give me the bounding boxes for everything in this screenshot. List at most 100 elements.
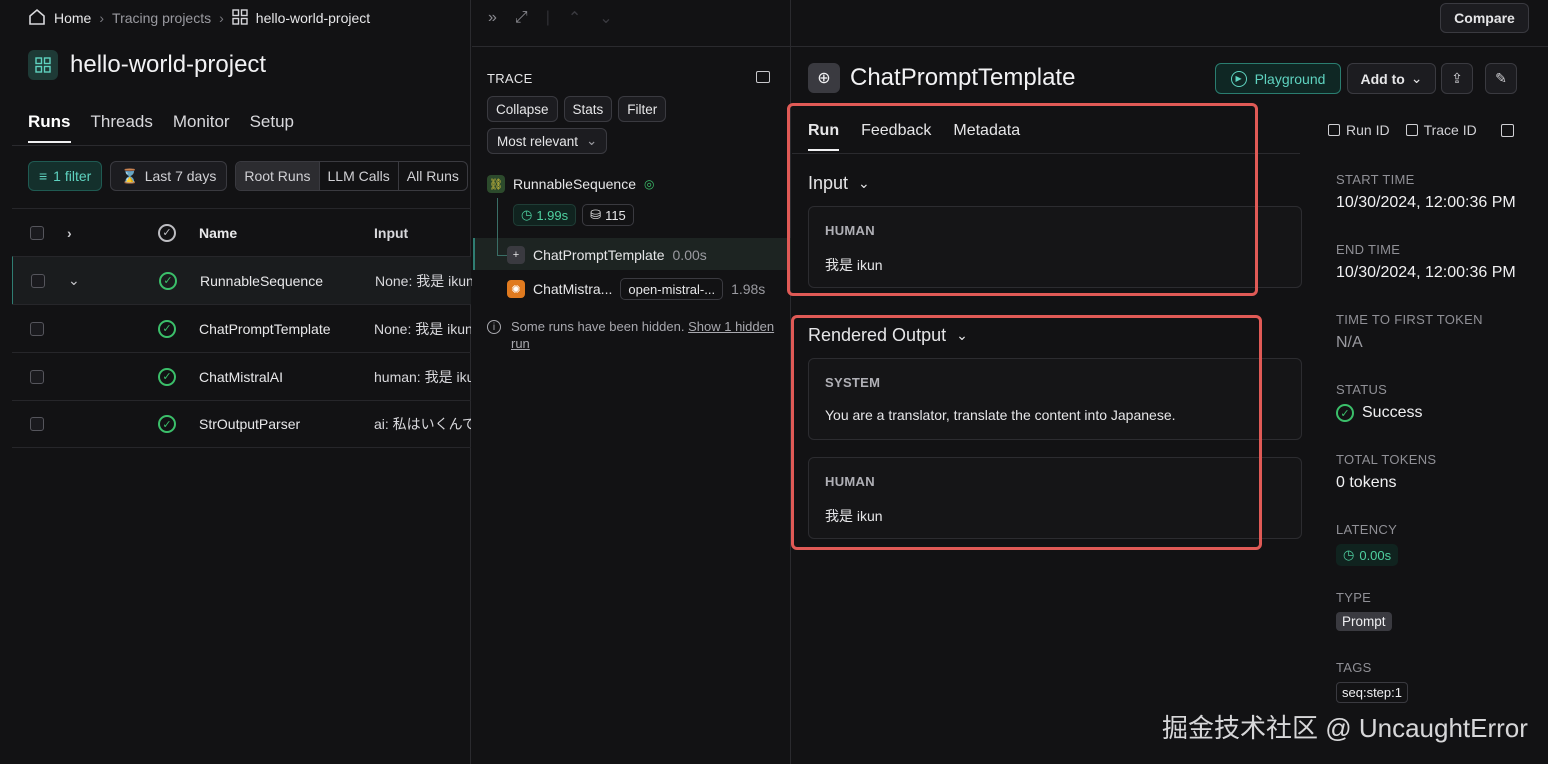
row-checkbox[interactable] <box>30 369 44 384</box>
share-button[interactable]: ⇪ <box>1441 63 1473 94</box>
copy-trace-id-button[interactable]: Trace ID <box>1405 122 1477 138</box>
edit-button[interactable]: ✎ <box>1485 63 1517 94</box>
compare-button[interactable]: Compare <box>1440 3 1529 33</box>
meta-label: STATUS <box>1336 382 1388 397</box>
row-name: ChatPromptTemplate <box>199 320 331 337</box>
success-icon: ✓ <box>158 319 176 338</box>
chevron-up-icon[interactable]: ⌃ <box>568 8 581 28</box>
segment-llm-calls[interactable]: LLM Calls <box>320 162 399 190</box>
meta-latency: LATENCY ◷ 0.00s <box>1336 522 1536 566</box>
breadcrumb-current[interactable]: hello-world-project <box>256 10 370 26</box>
runs-table: › ✓ Name Input ⌄ ✓ RunnableSequence None… <box>12 208 472 448</box>
clock-icon: ◷ <box>1343 547 1355 562</box>
meta-tags: TAGS seq:step:1 <box>1336 660 1536 703</box>
breadcrumb-home[interactable]: Home <box>54 10 91 26</box>
filter-bar: ≡ 1 filter ⌛ Last 7 days Root Runs LLM C… <box>28 161 468 191</box>
chevron-down-icon[interactable]: ⌄ <box>68 272 80 289</box>
filter-icon: ≡ <box>39 168 48 184</box>
collapse-panel-icon[interactable]: » <box>488 9 497 27</box>
type-badge: Prompt <box>1336 612 1392 631</box>
row-input: None: 我是 ikun <box>374 320 471 337</box>
play-icon: ▶ <box>1230 70 1247 87</box>
stats-button[interactable]: Stats <box>563 96 613 122</box>
meta-label: TYPE <box>1336 590 1372 605</box>
meta-value: 0 tokens <box>1336 474 1397 491</box>
grid-icon <box>232 8 248 28</box>
segment-root-runs[interactable]: Root Runs <box>236 162 320 190</box>
meta-type: TYPE Prompt <box>1336 590 1536 631</box>
row-checkbox[interactable] <box>31 273 45 288</box>
chevron-down-icon: ⌄ <box>1410 70 1423 86</box>
filter-count-label: 1 filter <box>53 168 92 184</box>
trace-node-name: RunnableSequence <box>513 176 636 192</box>
filter-button[interactable]: Filter <box>618 96 667 122</box>
breadcrumb-projects[interactable]: Tracing projects <box>112 10 211 26</box>
table-row[interactable]: ⌄ ✓ RunnableSequence None: 我是 ikun <box>12 256 472 304</box>
sort-select[interactable]: Most relevant ⌄ <box>487 128 608 154</box>
table-row[interactable]: ✓ ChatPromptTemplate None: 我是 ikun <box>12 304 471 352</box>
run-type-segment: Root Runs LLM Calls All Runs <box>235 161 468 191</box>
latency-value: 0.00s <box>1359 547 1392 563</box>
add-to-button[interactable]: Add to ⌄ <box>1347 63 1436 94</box>
latency-value: 1.99s <box>536 207 569 223</box>
trace-label: TRACE <box>487 71 533 86</box>
trace-node-latency: 1.98s <box>731 281 766 297</box>
trace-id-label: Trace ID <box>1423 122 1477 138</box>
meta-tokens: TOTAL TOKENS 0 tokens <box>1336 452 1536 492</box>
divider <box>12 145 471 146</box>
token-value: 115 <box>605 207 626 223</box>
trace-root-stats: ◷ 1.99s ⛁ 115 <box>513 204 634 226</box>
tags-value-wrap: seq:step:1 <box>1336 682 1536 703</box>
tree-line <box>497 255 507 256</box>
meta-value: N/A <box>1336 334 1363 351</box>
status-text: Success <box>1362 404 1423 421</box>
project-tabs: Runs Threads Monitor Setup <box>28 112 294 143</box>
tab-threads[interactable]: Threads <box>91 112 153 143</box>
expand-icon[interactable]: ⤢ <box>515 9 528 27</box>
meta-label: TOTAL TOKENS <box>1336 452 1437 467</box>
chevron-right-icon[interactable]: › <box>67 225 72 241</box>
sort-label: Most relevant <box>497 133 579 149</box>
copy-run-id-button[interactable]: Run ID <box>1328 122 1390 138</box>
trace-node-root[interactable]: ⛓ RunnableSequence ◎ <box>487 175 654 193</box>
meta-label: END TIME <box>1336 242 1401 257</box>
playground-button[interactable]: ▶ Playground <box>1215 63 1341 94</box>
latency-value-wrap: ◷ 0.00s <box>1336 544 1536 566</box>
success-icon: ✓ <box>158 415 176 433</box>
header-input[interactable]: Input <box>374 225 471 241</box>
row-checkbox[interactable] <box>30 321 44 336</box>
trace-node-prompt[interactable]: + ChatPromptTemplate 0.00s <box>507 246 707 264</box>
trace-node-llm[interactable]: ✺ ChatMistra... open-mistral-... 1.98s <box>507 278 765 300</box>
home-icon[interactable] <box>28 8 46 29</box>
table-row[interactable]: ✓ ChatMistralAI human: 我是 ikun <box>12 352 471 400</box>
model-badge: open-mistral-... <box>620 278 724 300</box>
tab-monitor[interactable]: Monitor <box>173 112 230 143</box>
meta-start-time: START TIME 10/30/2024, 12:00:36 PM <box>1336 172 1536 212</box>
project-title: hello-world-project <box>70 51 267 78</box>
chevron-down-icon[interactable]: ⌄ <box>599 8 612 28</box>
select-all-checkbox[interactable] <box>30 225 44 240</box>
filter-button[interactable]: ≡ 1 filter <box>28 161 103 191</box>
table-row[interactable]: ✓ StrOutputParser ai: 私はいくんです <box>12 400 471 448</box>
header-name[interactable]: Name <box>199 225 237 241</box>
row-checkbox[interactable] <box>30 417 44 431</box>
date-range-button[interactable]: ⌛ Last 7 days <box>110 161 228 191</box>
meta-end-time: END TIME 10/30/2024, 12:00:36 PM <box>1336 242 1536 282</box>
breadcrumb: Home › Tracing projects › hello-world-pr… <box>28 8 370 28</box>
tab-runs[interactable]: Runs <box>28 112 71 143</box>
tab-setup[interactable]: Setup <box>250 112 294 143</box>
run-id-label: Run ID <box>1346 122 1390 138</box>
row-input: None: 我是 ikun <box>375 272 472 289</box>
sidebar-toggle-icon[interactable] <box>756 71 770 83</box>
row-name: StrOutputParser <box>199 416 301 432</box>
watermark: 掘金技术社区 @ UncaughtError <box>1162 713 1528 743</box>
latency-badge: ◷ 0.00s <box>1336 544 1399 566</box>
trace-node-latency: 0.00s <box>672 247 707 263</box>
meta-value: 10/30/2024, 12:00:36 PM <box>1336 264 1516 281</box>
row-name: RunnableSequence <box>200 272 323 289</box>
segment-all-runs[interactable]: All Runs <box>399 162 467 190</box>
meta-value: 10/30/2024, 12:00:36 PM <box>1336 194 1516 211</box>
panel-toggle-icon[interactable] <box>1500 123 1514 137</box>
collapse-button[interactable]: Collapse <box>487 96 558 122</box>
run-title-text: ChatPromptTemplate <box>850 64 1076 91</box>
